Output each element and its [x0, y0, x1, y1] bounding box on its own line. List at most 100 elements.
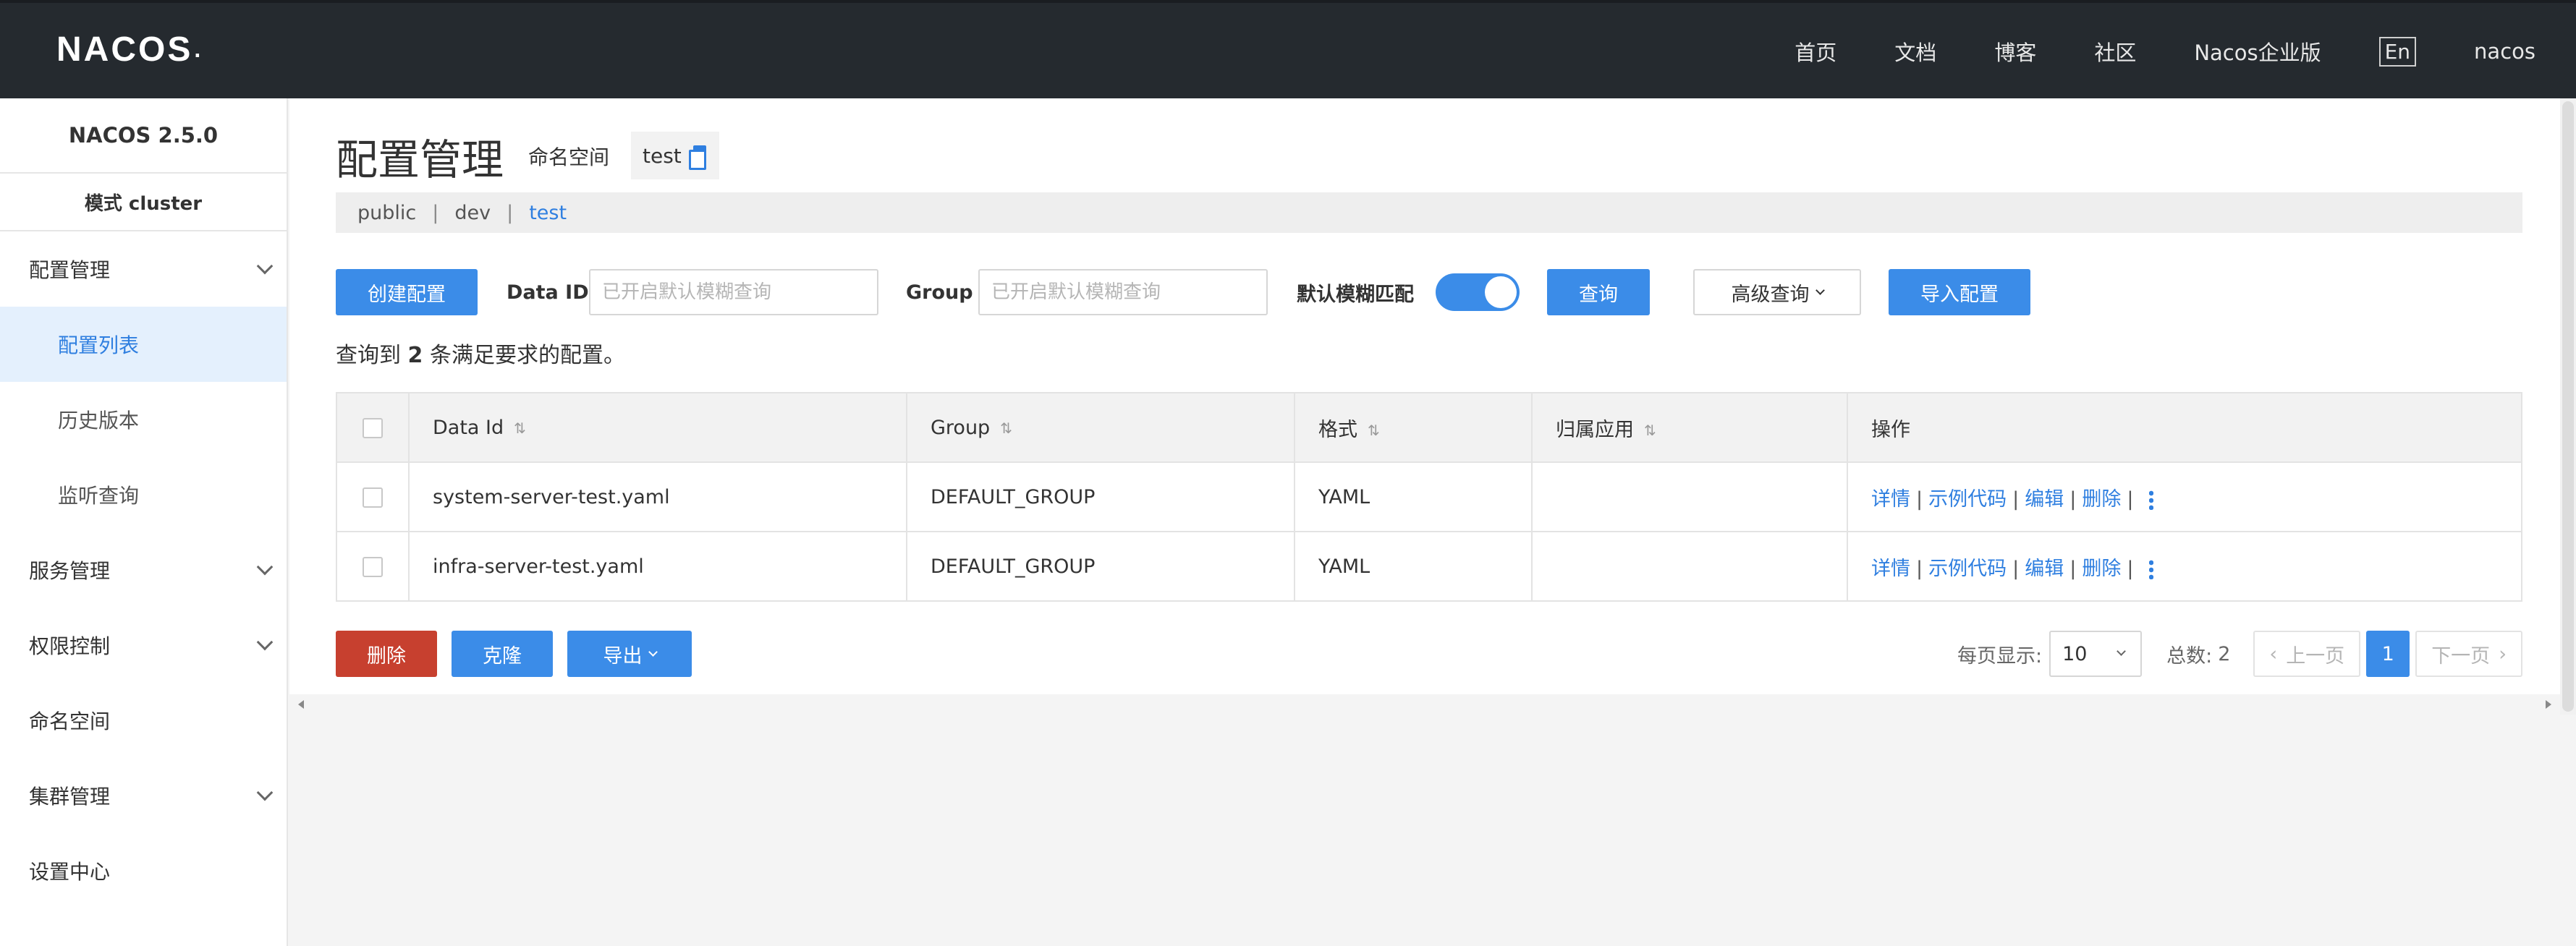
- column-header-dataid[interactable]: Data Id ⇅: [408, 392, 907, 463]
- edit-link[interactable]: 编辑: [2025, 558, 2064, 580]
- namespace-link-public[interactable]: public: [357, 202, 416, 224]
- sidebar-item-listener-query[interactable]: 监听查询: [0, 457, 287, 532]
- nav-blog[interactable]: 博客: [1994, 36, 2036, 67]
- namespace-chip: test: [631, 132, 719, 179]
- cell-format: YAML: [1294, 531, 1533, 602]
- detail-link[interactable]: 详情: [1871, 558, 1910, 580]
- chevron-down-icon: [256, 558, 274, 576]
- clone-button[interactable]: 克隆: [452, 631, 553, 677]
- scrollbar-thumb[interactable]: [2562, 101, 2574, 712]
- chevron-down-icon: [648, 647, 658, 657]
- column-header-format[interactable]: 格式 ⇅: [1294, 392, 1533, 463]
- top-navbar: NACOS. 首页 文档 博客 社区 Nacos企业版 En nacos: [0, 0, 2576, 98]
- sidebar-item-settings[interactable]: 设置中心: [0, 833, 287, 908]
- column-header-group[interactable]: Group ⇅: [906, 392, 1295, 463]
- namespace-value: test: [643, 143, 682, 168]
- cell-actions: 详情 | 示例代码 | 编辑 | 删除 |: [1847, 461, 2522, 532]
- query-button[interactable]: 查询: [1547, 269, 1650, 315]
- table-header-row: Data Id ⇅ Group ⇅ 格式 ⇅ 归属应用 ⇅ 操作: [336, 392, 2522, 463]
- table-row: infra-server-test.yaml DEFAULT_GROUP YAM…: [336, 531, 2522, 602]
- nav-home[interactable]: 首页: [1795, 36, 1836, 67]
- sidebar-item-label: 集群管理: [29, 785, 111, 809]
- action-separator: |: [1916, 557, 1923, 580]
- cell-dataid: infra-server-test.yaml: [408, 531, 907, 602]
- namespace-link-dev[interactable]: dev: [454, 202, 491, 224]
- sidebar-item-service-management[interactable]: 服务管理: [0, 532, 287, 608]
- prev-page-button[interactable]: ‹ 上一页: [2253, 631, 2361, 677]
- user-menu[interactable]: nacos: [2474, 39, 2535, 64]
- nav-enterprise[interactable]: Nacos企业版: [2194, 36, 2321, 67]
- next-page-button[interactable]: 下一页 ›: [2415, 631, 2522, 677]
- delete-link[interactable]: 删除: [2082, 488, 2121, 511]
- vertical-scrollbar[interactable]: [2560, 98, 2576, 715]
- per-page-value: 10: [2062, 642, 2088, 665]
- sidebar-item-config-management[interactable]: 配置管理: [0, 231, 287, 307]
- copy-icon[interactable]: [688, 145, 708, 170]
- edit-link[interactable]: 编辑: [2025, 488, 2064, 511]
- cell-app: [1531, 531, 1848, 602]
- sidebar-item-cluster-management[interactable]: 集群管理: [0, 758, 287, 833]
- advanced-query-dropdown[interactable]: 高级查询: [1693, 269, 1861, 315]
- cell-group: DEFAULT_GROUP: [906, 461, 1295, 532]
- sample-code-link[interactable]: 示例代码: [1928, 558, 2007, 580]
- sidebar-item-namespace[interactable]: 命名空间: [0, 683, 287, 758]
- namespace-link-test[interactable]: test: [529, 202, 567, 224]
- chevron-down-icon: [256, 257, 274, 275]
- total-label: 总数:: [2166, 644, 2213, 668]
- scroll-left-icon[interactable]: [298, 700, 304, 709]
- table-row: system-server-test.yaml DEFAULT_GROUP YA…: [336, 461, 2522, 532]
- logo-text: NACOS: [56, 30, 193, 69]
- chevron-right-icon: ›: [2499, 642, 2507, 665]
- sidebar: NACOS 2.5.0 模式 cluster 配置管理 配置列表 历史版本 监听…: [0, 98, 288, 946]
- detail-link[interactable]: 详情: [1871, 488, 1910, 511]
- create-config-button[interactable]: 创建配置: [336, 269, 478, 315]
- sidebar-item-label: 配置列表: [58, 333, 140, 357]
- nacos-logo[interactable]: NACOS.: [56, 27, 203, 71]
- sort-icon[interactable]: ⇅: [1368, 422, 1380, 439]
- nav-community[interactable]: 社区: [2094, 36, 2136, 67]
- per-page-select[interactable]: 10: [2049, 631, 2143, 677]
- sidebar-item-config-list[interactable]: 配置列表: [0, 307, 287, 382]
- select-all-cell: [336, 392, 410, 463]
- sample-code-link[interactable]: 示例代码: [1928, 488, 2007, 511]
- cell-group: DEFAULT_GROUP: [906, 531, 1295, 602]
- dataid-label: Data ID: [507, 281, 589, 304]
- sidebar-item-access-control[interactable]: 权限控制: [0, 608, 287, 683]
- import-config-button[interactable]: 导入配置: [1889, 269, 2030, 315]
- column-header-app[interactable]: 归属应用 ⇅: [1531, 392, 1848, 463]
- prev-page-label: 上一页: [2286, 644, 2345, 668]
- delete-link[interactable]: 删除: [2082, 558, 2121, 580]
- dataid-search-input[interactable]: [589, 269, 878, 315]
- namespace-label: 命名空间: [528, 145, 610, 169]
- sort-icon[interactable]: ⇅: [514, 419, 526, 437]
- namespace-separator: |: [432, 201, 439, 224]
- sidebar-item-label: 监听查询: [58, 484, 140, 508]
- sidebar-item-history[interactable]: 历史版本: [0, 382, 287, 457]
- nav-docs[interactable]: 文档: [1894, 36, 1936, 67]
- fuzzy-match-toggle[interactable]: [1436, 273, 1520, 311]
- scroll-right-icon[interactable]: [2546, 700, 2551, 709]
- more-vertical-icon[interactable]: [2149, 559, 2154, 579]
- batch-delete-button[interactable]: 删除: [336, 631, 437, 677]
- namespace-separator: |: [507, 201, 514, 224]
- page-number-button[interactable]: 1: [2366, 631, 2410, 677]
- sort-icon[interactable]: ⇅: [1000, 419, 1012, 437]
- export-dropdown[interactable]: 导出: [567, 631, 692, 677]
- mode-label: 模式 cluster: [0, 174, 287, 231]
- row-checkbox[interactable]: [363, 557, 383, 577]
- column-header-label: Data Id: [433, 416, 504, 439]
- chevron-left-icon: ‹: [2269, 642, 2278, 665]
- group-search-input[interactable]: [978, 269, 1268, 315]
- sidebar-item-label: 命名空间: [29, 710, 111, 733]
- action-separator: |: [2127, 557, 2134, 580]
- chevron-down-icon: [1815, 285, 1825, 295]
- sort-icon[interactable]: ⇅: [1644, 422, 1656, 439]
- more-vertical-icon[interactable]: [2149, 490, 2154, 510]
- select-all-checkbox[interactable]: [363, 418, 383, 438]
- row-checkbox[interactable]: [363, 487, 383, 508]
- total-value: 2: [2218, 642, 2231, 665]
- language-switch-button[interactable]: En: [2378, 36, 2417, 67]
- main-content: 配置管理 命名空间 test public | dev | test 创建配置 …: [289, 98, 2560, 715]
- horizontal-scrollbar[interactable]: [289, 694, 2560, 715]
- page-title: 配置管理: [336, 135, 504, 184]
